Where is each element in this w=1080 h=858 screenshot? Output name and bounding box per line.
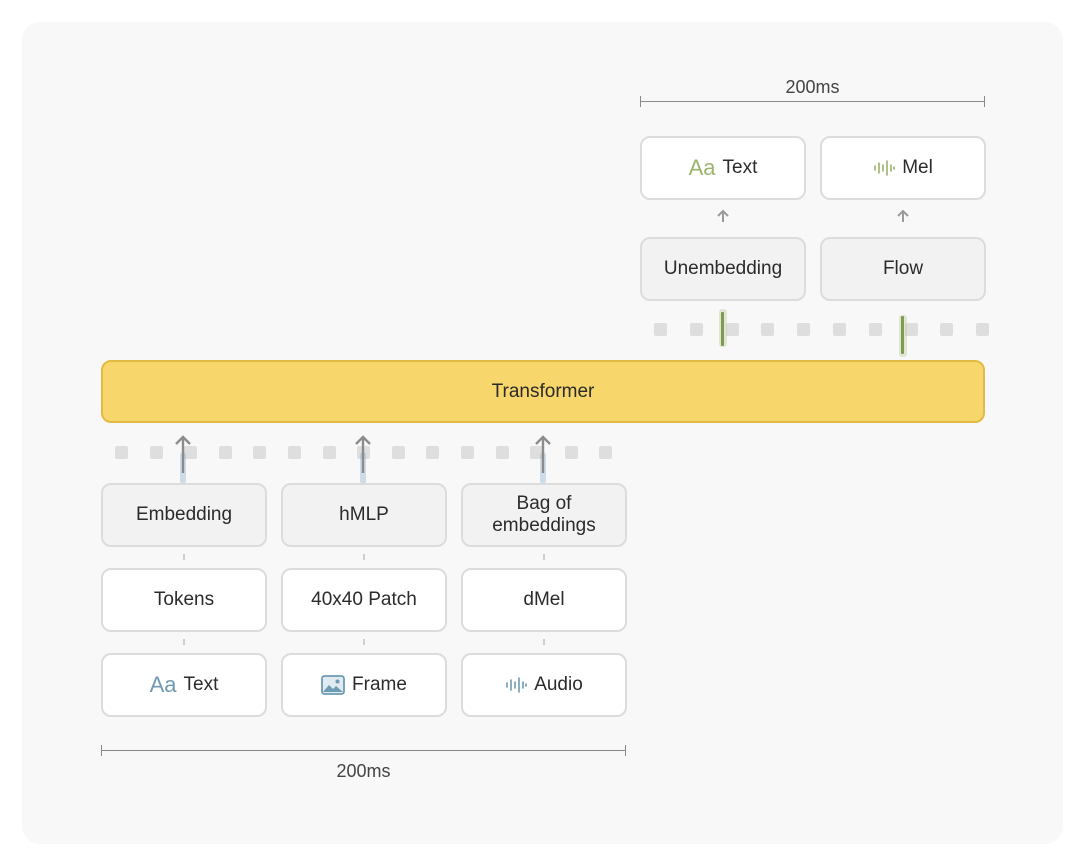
token-square — [976, 323, 990, 336]
dmel-box: dMel — [461, 568, 627, 632]
token-square — [391, 446, 405, 459]
token-square — [288, 446, 301, 459]
token-square — [599, 446, 613, 459]
input-span-line — [101, 750, 626, 751]
up-arrow-icon — [717, 209, 729, 222]
connector-tick — [183, 554, 185, 560]
transformer-block: Transformer — [101, 360, 985, 423]
up-arrow-icon — [897, 209, 909, 222]
token-square — [149, 446, 163, 459]
waveform-icon — [506, 677, 527, 693]
token-square — [940, 323, 954, 336]
token-square — [253, 446, 267, 459]
tokens-box: Tokens — [101, 568, 267, 632]
output-token-marker — [721, 312, 724, 346]
connector-tick — [543, 554, 545, 560]
output-text-label: Text — [722, 157, 758, 178]
patch-box: 40x40 Patch — [281, 568, 447, 632]
token-square — [797, 323, 811, 336]
output-span-line — [640, 101, 985, 102]
input-span-cap-right — [625, 745, 626, 756]
token-square — [761, 323, 775, 336]
token-square — [564, 446, 578, 459]
output-token-marker — [901, 316, 904, 354]
patch-label: 40x40 Patch — [311, 589, 417, 610]
token-square — [689, 323, 703, 336]
token-square — [218, 446, 232, 459]
token-square — [461, 446, 474, 459]
connector-tick — [363, 554, 365, 560]
dmel-label: dMel — [523, 589, 565, 610]
hmlp-label: hMLP — [339, 504, 389, 525]
frame-label: Frame — [352, 674, 407, 695]
waveform-icon — [874, 160, 895, 176]
token-square — [495, 446, 509, 459]
image-icon — [321, 675, 345, 695]
output-mel-label: Mel — [902, 157, 933, 178]
token-square — [868, 323, 882, 336]
up-arrow-icon — [175, 435, 191, 473]
flow-box: Flow — [820, 237, 986, 301]
token-square — [115, 446, 128, 459]
bag-of-embeddings-label: Bag of embeddings — [492, 493, 596, 536]
connector-tick — [543, 639, 545, 645]
token-square — [833, 323, 846, 336]
embedding-label: Embedding — [135, 504, 233, 525]
audio-label: Audio — [534, 674, 583, 695]
frame-box: Frame — [281, 653, 447, 717]
connector-tick — [363, 639, 365, 645]
token-square — [426, 446, 440, 459]
up-arrow-icon — [535, 435, 551, 473]
input-span-label: 200ms — [336, 761, 391, 781]
audio-box: Audio — [461, 653, 627, 717]
unembedding-label: Unembedding — [663, 258, 783, 279]
input-text-box: Aa Text — [101, 653, 267, 717]
text-aa-icon: Aa — [688, 155, 716, 180]
input-text-label: Text — [183, 674, 219, 695]
token-square — [322, 446, 336, 459]
up-arrow-icon — [355, 435, 371, 473]
output-text-box: Aa Text — [640, 136, 806, 200]
output-span-label: 200ms — [785, 77, 840, 97]
connector-tick — [183, 639, 185, 645]
output-mel-box: Mel — [820, 136, 986, 200]
token-square — [654, 323, 667, 336]
bag-of-embeddings-box: Bag of embeddings — [461, 483, 627, 547]
unembedding-box: Unembedding — [640, 237, 806, 301]
embedding-box: Embedding — [101, 483, 267, 547]
flow-label: Flow — [882, 258, 924, 279]
hmlp-box: hMLP — [281, 483, 447, 547]
text-aa-icon: Aa — [149, 672, 177, 697]
transformer-label: Transformer — [491, 380, 595, 402]
tokens-label: Tokens — [153, 589, 215, 610]
token-square — [725, 323, 739, 336]
